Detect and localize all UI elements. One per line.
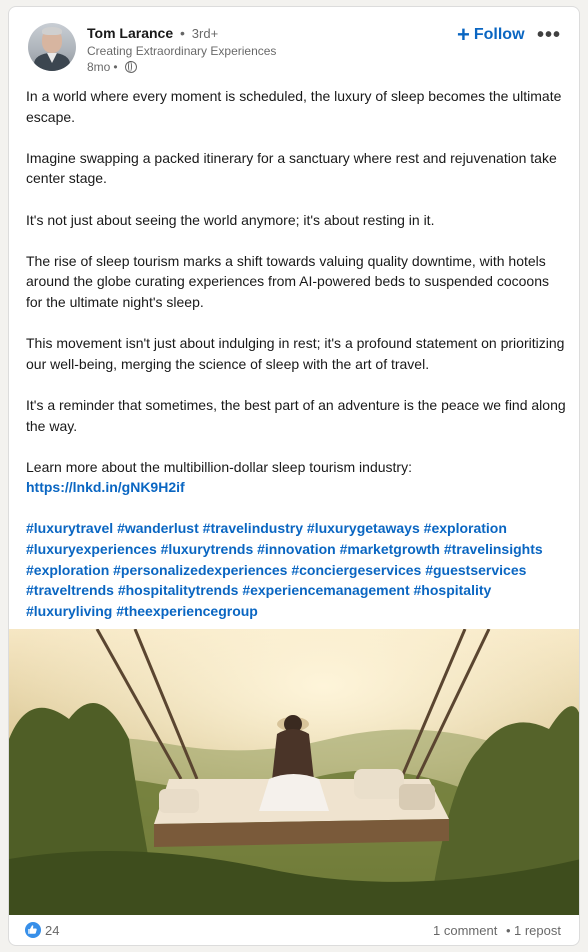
post-paragraph: It's not just about seeing the world any… (26, 211, 435, 228)
post-time: 8mo (87, 60, 111, 74)
more-options-button[interactable]: ••• (533, 21, 565, 49)
post-paragraph: It's a reminder that sometimes, the best… (26, 396, 566, 434)
post-body: In a world where every moment is schedul… (26, 86, 566, 621)
post-paragraph: In a world where every moment is schedul… (26, 88, 562, 125)
hashtag[interactable]: #guestservices (425, 562, 526, 578)
avatar-hair (42, 27, 62, 35)
hashtag[interactable]: #wanderlust (117, 520, 199, 536)
post-paragraph: Imagine swapping a packed itinerary for … (26, 149, 557, 187)
hashtag[interactable]: #hospitalitytrends (118, 582, 239, 598)
post-link[interactable]: https://lnkd.in/gNK9H2if (26, 479, 185, 495)
post-paragraph: This movement isn't just about indulging… (26, 335, 565, 372)
jungle-swing-photo (9, 629, 579, 915)
connection-degree: 3rd+ (191, 26, 219, 41)
hashtag[interactable]: #luxuryexperiences (26, 541, 157, 557)
separator-dot: • (506, 923, 511, 938)
post-header: Tom Larance • 3rd+ Creating Extraordinar… (9, 7, 579, 87)
hashtag[interactable]: #travelinsights (444, 541, 543, 557)
feed-post-card: Tom Larance • 3rd+ Creating Extraordinar… (8, 6, 580, 946)
social-counts: 24 1 comment • 1 repost (9, 915, 579, 945)
comments-count-link[interactable]: 1 comment (433, 923, 497, 938)
avatar[interactable] (28, 23, 76, 71)
hashtag-list: #luxurytravel #wanderlust #travelindustr… (26, 518, 566, 621)
like-reaction-icon (25, 922, 41, 938)
hashtag[interactable]: #theexperiencegroup (116, 603, 258, 619)
reposts-count-link[interactable]: 1 repost (514, 923, 561, 938)
author-headline: Creating Extraordinary Experiences (87, 44, 277, 58)
author-name-row: Tom Larance • 3rd+ (87, 25, 218, 41)
hashtag[interactable]: #conciergeservices (291, 562, 421, 578)
globe-icon (124, 61, 137, 73)
learn-more-text: Learn more about the multibillion-dollar… (26, 458, 412, 475)
post-paragraph: The rise of sleep tourism marks a shift … (26, 252, 550, 310)
post-image[interactable] (9, 629, 579, 915)
separator-dot: • (180, 25, 185, 41)
plus-icon: + (457, 22, 470, 47)
more-horizontal-icon: ••• (536, 23, 561, 46)
hashtag[interactable]: #exploration (424, 520, 507, 536)
hashtag[interactable]: #experiencemanagement (242, 582, 409, 598)
hashtag[interactable]: #luxurytrends (161, 541, 254, 557)
author-name[interactable]: Tom Larance (87, 25, 173, 41)
hashtag[interactable]: #travelindustry (203, 520, 303, 536)
hashtag[interactable]: #exploration (26, 562, 109, 578)
learn-more-paragraph: Learn more about the multibillion-dollar… (26, 457, 566, 498)
hashtag[interactable]: #hospitality (414, 582, 492, 598)
hashtag[interactable]: #luxurygetaways (307, 520, 420, 536)
hashtag[interactable]: #marketgrowth (340, 541, 440, 557)
hashtag[interactable]: #personalizedexperiences (113, 562, 287, 578)
follow-label: Follow (473, 26, 525, 43)
hashtag[interactable]: #luxuryliving (26, 603, 112, 619)
reaction-count[interactable]: 24 (45, 923, 59, 938)
hashtag[interactable]: #luxurytravel (26, 520, 113, 536)
follow-button[interactable]: + Follow (449, 19, 533, 51)
separator-dot: • (113, 60, 118, 74)
hashtag[interactable]: #innovation (257, 541, 336, 557)
post-meta: 8mo • (87, 60, 137, 74)
hashtag[interactable]: #traveltrends (26, 582, 114, 598)
